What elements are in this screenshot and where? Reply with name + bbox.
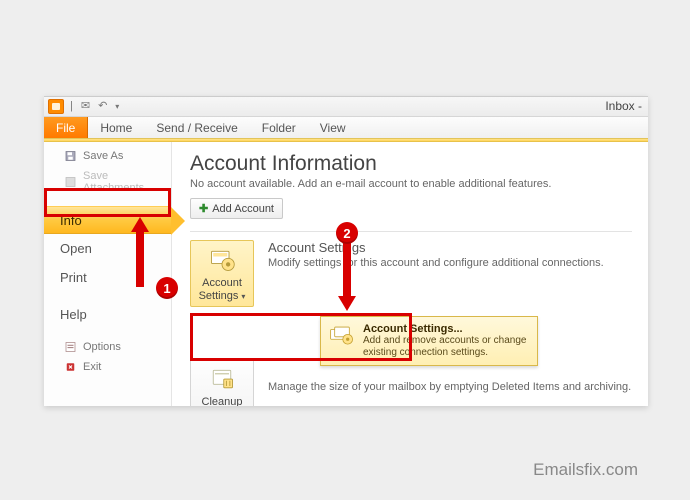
popup-title: Account Settings... (363, 323, 529, 335)
button-line1: Account (202, 277, 242, 290)
account-settings-section: Account Settings ▾ Account Settings Modi… (190, 240, 632, 307)
sidebar-save-attachments[interactable]: Save Attachments (44, 166, 171, 198)
account-settings-popup-icon (329, 323, 355, 349)
button-label: Add Account (212, 203, 274, 215)
plus-icon: ✚ (199, 202, 208, 215)
options-icon (64, 341, 77, 353)
sidebar-label: Open (60, 241, 92, 256)
tab-view[interactable]: View (308, 117, 358, 138)
cleanup-tools-button[interactable]: Cleanup Tools ▾ (190, 359, 254, 406)
backstage-sidebar: Save As Save Attachments Info Open Print… (44, 142, 172, 406)
quick-access-toolbar: | ✉ ↶ ▾ Inbox - (44, 97, 648, 117)
qat-separator: | (68, 101, 75, 112)
cleanup-section: Cleanup Tools ▾ Manage the size of your … (190, 359, 632, 406)
sidebar-open[interactable]: Open (44, 234, 171, 263)
button-line2: Settings ▾ (199, 290, 246, 303)
sidebar-label: Save Attachments (83, 170, 161, 194)
qat-customize-icon[interactable]: ▾ (113, 103, 121, 111)
add-account-button[interactable]: ✚ Add Account (190, 198, 283, 219)
save-icon (64, 150, 77, 162)
sidebar-options[interactable]: Options (44, 337, 171, 357)
tab-folder[interactable]: Folder (250, 117, 308, 138)
divider (190, 231, 632, 232)
sidebar-save-as[interactable]: Save As (44, 146, 171, 166)
account-settings-popup-item[interactable]: Account Settings... Add and remove accou… (320, 316, 538, 366)
sidebar-info[interactable]: Info (44, 206, 171, 234)
send-receive-icon[interactable]: ✉ (79, 101, 92, 112)
sidebar-help[interactable]: Help (44, 300, 171, 329)
page-subtitle: No account available. Add an e-mail acco… (190, 178, 632, 190)
window-title: Inbox - (605, 99, 642, 113)
outlook-app-icon (48, 99, 64, 114)
ribbon-tabs: File Home Send / Receive Folder View (44, 117, 648, 139)
button-line1: Cleanup (202, 396, 243, 406)
sidebar-label: Options (83, 341, 121, 353)
tab-file[interactable]: File (44, 117, 88, 138)
sidebar-label: Save As (83, 150, 123, 162)
section-desc: Modify settings for this account and con… (268, 257, 632, 269)
annotation-badge-1: 1 (156, 277, 178, 299)
account-settings-icon (207, 246, 237, 274)
chevron-down-icon: ▾ (241, 292, 245, 301)
sidebar-print[interactable]: Print (44, 263, 171, 292)
attachment-icon (64, 176, 77, 188)
outlook-window: | ✉ ↶ ▾ Inbox - File Home Send / Receive… (44, 96, 648, 406)
backstage-content: Account Information No account available… (172, 142, 648, 406)
page-title: Account Information (190, 152, 632, 176)
sidebar-label: Info (60, 213, 82, 228)
exit-icon (64, 361, 77, 373)
section-heading: Account Settings (268, 240, 632, 255)
sidebar-label: Print (60, 270, 87, 285)
annotation-badge-2: 2 (336, 222, 358, 244)
popup-desc: Add and remove accounts or change existi… (363, 335, 529, 359)
watermark: Emailsfix.com (533, 460, 638, 480)
sidebar-label: Help (60, 307, 87, 322)
section-desc: Manage the size of your mailbox by empty… (268, 381, 632, 393)
account-settings-button[interactable]: Account Settings ▾ (190, 240, 254, 307)
undo-icon[interactable]: ↶ (96, 101, 109, 112)
cleanup-icon (207, 365, 237, 393)
tab-send-receive[interactable]: Send / Receive (144, 117, 249, 138)
sidebar-exit[interactable]: Exit (44, 357, 171, 377)
sidebar-label: Exit (83, 361, 101, 373)
tab-home[interactable]: Home (88, 117, 144, 138)
